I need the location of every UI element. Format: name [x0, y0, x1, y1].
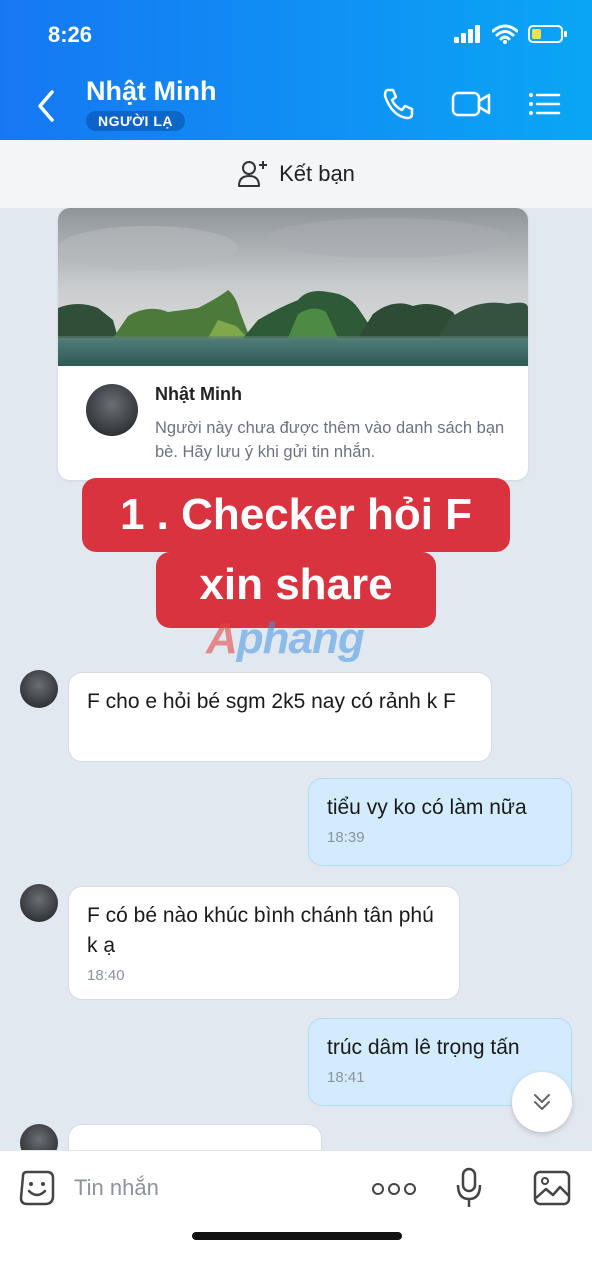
stranger-warning-text: Người này chưa được thêm vào danh sách b…	[155, 419, 505, 461]
cover-landscape-image	[58, 208, 528, 366]
profile-card[interactable]: Nhật Minh Người này chưa được thêm vào d…	[58, 208, 528, 480]
add-friend-label: Kết bạn	[279, 161, 355, 186]
wifi-icon	[492, 24, 518, 44]
status-time: 8:26	[48, 22, 93, 47]
sender-avatar[interactable]	[20, 670, 58, 708]
message-time: 18:39	[327, 829, 365, 846]
add-user-icon	[238, 161, 268, 187]
list-menu-icon[interactable]	[526, 86, 562, 122]
contact-name[interactable]: Nhật Minh	[86, 76, 216, 107]
message-time: 18:40	[87, 967, 125, 984]
video-camera-icon[interactable]	[450, 86, 492, 122]
image-icon[interactable]	[532, 1169, 572, 1207]
home-indicator	[192, 1232, 402, 1240]
scroll-to-bottom-button[interactable]	[512, 1072, 572, 1132]
message-bubble-incoming[interactable]: F cho e hỏi bé sgm 2k5 nay có rảnh k F	[68, 672, 492, 762]
watermark-logo: Aphang	[206, 614, 365, 663]
stranger-badge: NGƯỜI LẠ	[86, 111, 185, 131]
sticker-face-icon[interactable]	[18, 1169, 56, 1207]
message-bubble-outgoing[interactable]: tiểu vy ko có làm nữa 18:39	[308, 778, 572, 866]
message-text: F có bé nào khúc bình chánh tân phú k ạ	[87, 904, 434, 957]
phone-icon[interactable]	[380, 86, 416, 122]
overlay-caption-line1: 1 . Checker hỏi F	[82, 478, 510, 552]
message-text: tiểu vy ko có làm nữa	[327, 796, 527, 819]
chat-header: 8:26 Nhật Minh NGƯỜI LẠ	[0, 0, 592, 140]
message-text: trúc dâm lê trọng tấn	[327, 1036, 520, 1059]
card-avatar[interactable]	[86, 384, 138, 436]
chevron-left-icon[interactable]	[30, 86, 64, 126]
message-text: F cho e hỏi bé sgm 2k5 nay có rảnh k F	[87, 690, 456, 713]
status-icons	[454, 24, 568, 44]
message-composer: Tin nhắn	[0, 1150, 592, 1280]
add-friend-button[interactable]: Kết bạn	[0, 140, 592, 208]
message-bubble-incoming[interactable]: F có bé nào khúc bình chánh tân phú k ạ …	[68, 886, 460, 1000]
battery-icon	[528, 25, 567, 43]
microphone-icon[interactable]	[456, 1167, 482, 1209]
sender-avatar[interactable]	[20, 884, 58, 922]
more-dots-icon[interactable]	[372, 1179, 416, 1199]
double-chevron-down-icon	[534, 1094, 550, 1110]
message-input[interactable]: Tin nhắn	[74, 1175, 159, 1201]
signal-icon	[454, 25, 480, 43]
card-contact-name: Nhật Minh	[155, 384, 242, 404]
